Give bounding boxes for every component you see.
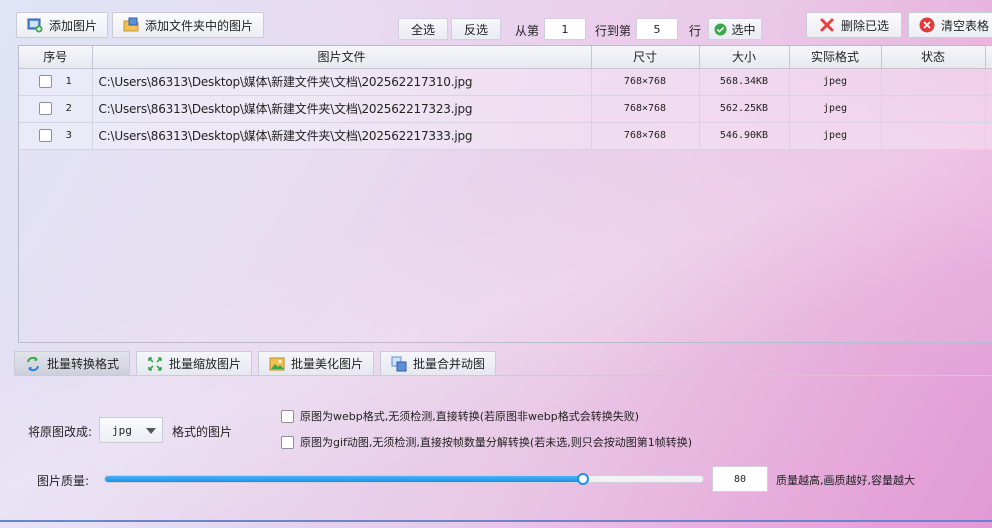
delete-x-icon (820, 18, 834, 32)
convert-arrows-icon (27, 356, 39, 371)
row-extra (985, 122, 992, 150)
webp-option-label: 原图为webp格式,无须检测,直接转换(若原图非webp格式会转换失败) (300, 410, 640, 423)
row-status (881, 95, 986, 123)
row-filesize: 568.34KB (699, 68, 790, 96)
select-range-label: 选中 (731, 22, 756, 37)
row-filesize: 546.90KB (699, 122, 790, 150)
tab-convert-format[interactable]: 批量转换格式 (14, 351, 131, 375)
from-row-input[interactable]: 1 (544, 18, 586, 40)
row-index: 2 (65, 103, 72, 114)
select-all-label: 全选 (410, 22, 435, 37)
quality-slider[interactable] (104, 475, 704, 483)
row-path: C:\Users\86313\Desktop\媒体\新建文件夹\文档\20256… (92, 95, 592, 123)
clear-table-button[interactable]: 清空表格 (908, 12, 992, 38)
tab-merge-gif[interactable]: 批量合并动图 (380, 351, 497, 375)
bottom-border (0, 520, 992, 522)
function-tabs: 批量转换格式 批量缩放图片 批量美化图片 批量合并动图 (14, 351, 497, 375)
add-folder-label: 添加文件夹中的图片 (145, 18, 254, 33)
tab-resize-label: 批量缩放图片 (169, 357, 242, 371)
quality-slider-fill (105, 476, 583, 482)
add-image-label: 添加图片 (49, 18, 98, 33)
row-extra (985, 95, 992, 123)
row-extra (985, 68, 992, 96)
convert-to-label: 将原图改成: (28, 425, 93, 439)
row-path: C:\Users\86313\Desktop\媒体\新建文件夹\文档\20256… (92, 122, 592, 150)
webp-option[interactable]: 原图为webp格式,无须检测,直接转换(若原图非webp格式会转换失败) (281, 408, 639, 424)
row-checkbox[interactable] (38, 102, 52, 115)
header-status[interactable]: 状态 (881, 46, 986, 69)
tab-resize[interactable]: 批量缩放图片 (136, 351, 253, 375)
gif-option[interactable]: 原图为gif动图,无须检测,直接按帧数量分解转换(若未选,则只会按动图第1帧转换… (281, 434, 692, 450)
tab-convert-label: 批量转换格式 (47, 357, 120, 371)
header-dimension[interactable]: 尺寸 (591, 46, 700, 69)
row-status (881, 122, 986, 150)
picture-icon (269, 357, 285, 370)
folder-image-icon (123, 17, 139, 32)
chevron-down-icon (146, 428, 156, 434)
tab-merge-label: 批量合并动图 (413, 357, 486, 371)
quality-hint: 质量越高,画质越好,容量越大 (776, 474, 915, 487)
row-index: 3 (65, 130, 72, 141)
row-format: jpeg (789, 122, 882, 150)
table-row[interactable]: 2 C:\Users\86313\Desktop\媒体\新建文件夹\文档\202… (19, 95, 992, 123)
header-index[interactable]: 序号 (19, 46, 93, 69)
row-format: jpeg (789, 95, 882, 123)
image-table: 序号 图片文件 尺寸 大小 实际格式 状态 1 C:\Users\86313\D… (18, 45, 992, 343)
row-checkbox[interactable] (38, 129, 52, 142)
clear-circle-x-icon (919, 17, 935, 33)
row-filesize: 562.25KB (699, 95, 790, 123)
quality-slider-thumb[interactable] (577, 473, 589, 485)
header-extra (985, 46, 992, 69)
format-suffix-label: 格式的图片 (172, 425, 233, 439)
header-filesize[interactable]: 大小 (699, 46, 790, 69)
tab-beautify-label: 批量美化图片 (291, 357, 364, 371)
table-header-row: 序号 图片文件 尺寸 大小 实际格式 状态 (19, 46, 992, 69)
clear-table-label: 清空表格 (941, 18, 990, 33)
gif-option-label: 原图为gif动图,无须检测,直接按帧数量分解转换(若未选,则只会按动图第1帧转换… (300, 436, 692, 449)
table-row[interactable]: 1 C:\Users\86313\Desktop\媒体\新建文件夹\文档\202… (19, 68, 992, 96)
to-label: 行到第 (595, 24, 632, 38)
invert-select-button[interactable]: 反选 (451, 18, 501, 40)
header-file[interactable]: 图片文件 (92, 46, 592, 69)
add-folder-button[interactable]: 添加文件夹中的图片 (112, 12, 265, 38)
quality-value-input[interactable]: 80 (712, 466, 768, 492)
to-row-input[interactable]: 5 (636, 18, 678, 40)
from-label: 从第 (515, 24, 540, 38)
row-format: jpeg (789, 68, 882, 96)
tab-panel-divider (14, 375, 992, 376)
format-select[interactable]: jpg (99, 417, 163, 443)
layers-icon (391, 356, 407, 371)
delete-selected-label: 删除已选 (840, 18, 889, 33)
add-image-icon (27, 18, 43, 33)
select-all-button[interactable]: 全选 (398, 18, 448, 40)
header-format[interactable]: 实际格式 (789, 46, 882, 69)
tab-beautify[interactable]: 批量美化图片 (258, 351, 375, 375)
row-dimension: 768×768 (591, 68, 700, 96)
webp-option-checkbox[interactable] (281, 409, 294, 423)
resize-arrows-icon (148, 356, 162, 371)
row-label: 行 (689, 24, 702, 38)
row-checkbox[interactable] (38, 75, 52, 88)
format-select-value: jpg (112, 423, 132, 437)
quality-label: 图片质量: (37, 474, 90, 488)
add-image-button[interactable]: 添加图片 (16, 12, 109, 38)
check-circle-icon (714, 22, 728, 36)
row-index: 1 (65, 76, 72, 87)
table-row[interactable]: 3 C:\Users\86313\Desktop\媒体\新建文件夹\文档\202… (19, 122, 992, 150)
row-status (881, 68, 986, 96)
gif-option-checkbox[interactable] (281, 435, 294, 449)
row-dimension: 768×768 (591, 95, 700, 123)
delete-selected-button[interactable]: 删除已选 (806, 12, 902, 38)
row-dimension: 768×768 (591, 122, 700, 150)
invert-select-label: 反选 (463, 22, 488, 37)
select-range-button[interactable]: 选中 (708, 18, 762, 40)
row-path: C:\Users\86313\Desktop\媒体\新建文件夹\文档\20256… (92, 68, 592, 96)
